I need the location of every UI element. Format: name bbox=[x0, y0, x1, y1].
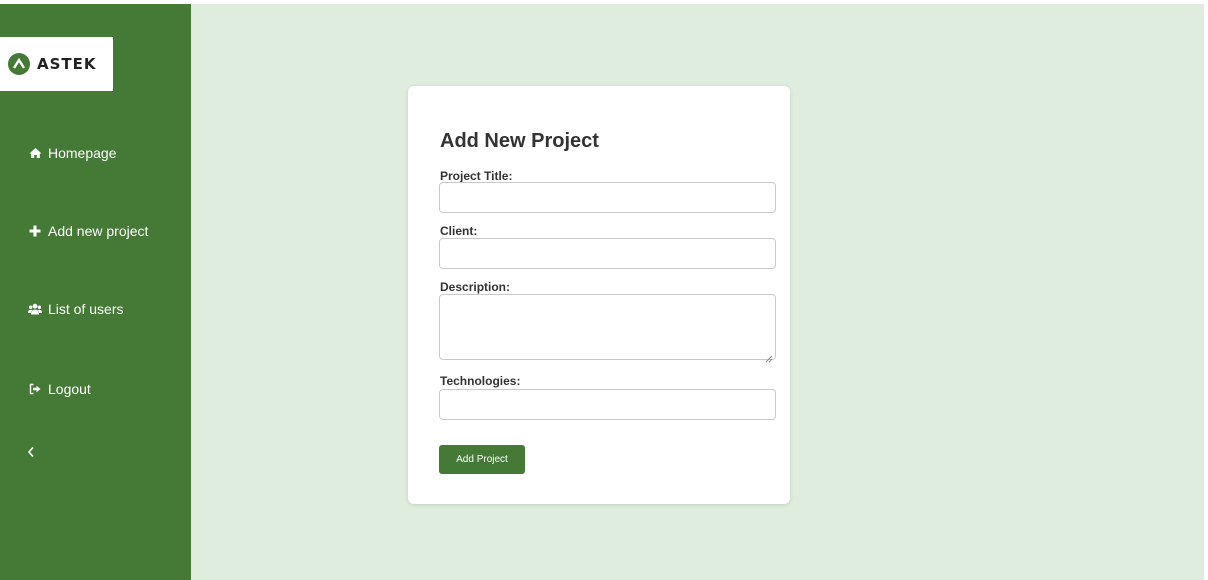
sidebar-item-label: Homepage bbox=[48, 145, 117, 161]
plus-icon bbox=[28, 224, 42, 238]
app-window: ASTEK Homepage Add new project List of u… bbox=[0, 4, 1204, 580]
add-project-form: Add New Project Project Title: Client: D… bbox=[408, 86, 790, 504]
main-content: Add New Project Project Title: Client: D… bbox=[191, 4, 1204, 580]
logout-icon bbox=[28, 382, 42, 396]
sidebar-item-label: Add new project bbox=[48, 223, 149, 239]
project-title-input[interactable] bbox=[439, 182, 776, 213]
add-project-button[interactable]: Add Project bbox=[439, 445, 525, 474]
description-label: Description: bbox=[440, 280, 511, 294]
client-label: Client: bbox=[440, 224, 478, 238]
users-icon bbox=[28, 302, 42, 316]
sidebar-item-homepage[interactable]: Homepage bbox=[28, 145, 117, 161]
sidebar-item-add-new-project[interactable]: Add new project bbox=[28, 223, 148, 239]
client-input[interactable] bbox=[439, 238, 776, 269]
sidebar: ASTEK Homepage Add new project List of u… bbox=[0, 4, 191, 580]
form-title: Add New Project bbox=[440, 130, 599, 152]
chevron-left-icon bbox=[27, 445, 35, 463]
sidebar-item-label: Logout bbox=[48, 381, 91, 397]
sidebar-item-logout[interactable]: Logout bbox=[28, 381, 91, 397]
resize-handle-icon[interactable] bbox=[765, 350, 773, 363]
project-title-label: Project Title: bbox=[440, 169, 513, 183]
technologies-input[interactable] bbox=[439, 389, 776, 420]
home-icon bbox=[28, 146, 42, 160]
sidebar-item-list-of-users[interactable]: List of users bbox=[28, 301, 123, 317]
brand-name: ASTEK bbox=[37, 55, 97, 73]
logo-icon bbox=[8, 53, 30, 75]
sidebar-item-label: List of users bbox=[48, 301, 124, 317]
description-textarea[interactable] bbox=[439, 294, 776, 360]
brand-logo[interactable]: ASTEK bbox=[0, 37, 113, 91]
technologies-label: Technologies: bbox=[440, 374, 521, 388]
sidebar-collapse-button[interactable] bbox=[24, 446, 38, 462]
